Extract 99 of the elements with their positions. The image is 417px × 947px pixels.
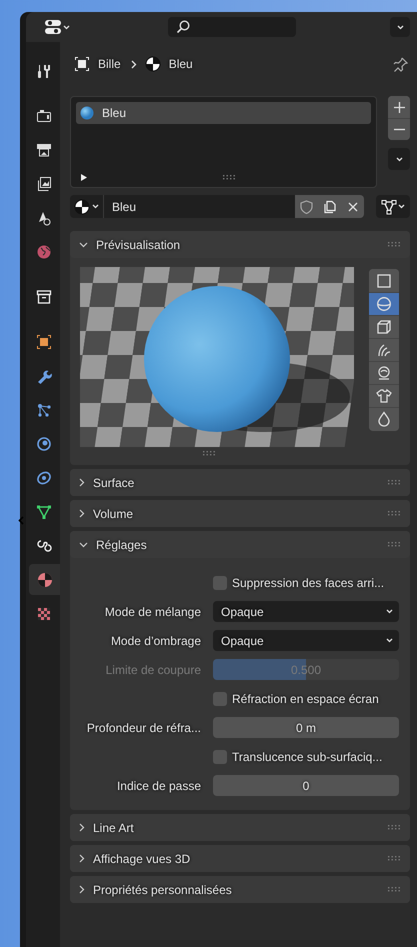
chevron-down-icon <box>79 242 88 248</box>
material-slot[interactable]: Bleu <box>76 102 371 124</box>
particles-icon <box>36 402 52 418</box>
checkbox-label: Translucence sub-surfaciq... <box>232 750 382 764</box>
chevron-down-icon <box>396 156 402 162</box>
checkbox[interactable] <box>213 576 227 590</box>
checkbox-label: Suppression des faces arri... <box>232 576 384 590</box>
grip-dots-icon <box>223 175 237 180</box>
checkbox-label: Réfraction en espace écran <box>232 692 379 706</box>
field-label: Mode de mélange <box>104 604 202 618</box>
panel-header[interactable]: Prévisualisation <box>70 231 410 258</box>
scene-icon <box>36 210 52 226</box>
image-stack-icon <box>36 176 52 192</box>
square-icon <box>376 272 392 288</box>
chevron-right-icon <box>79 823 85 832</box>
options-dropdown-button[interactable] <box>390 17 410 37</box>
play-icon[interactable] <box>80 173 88 182</box>
close-icon <box>348 202 358 212</box>
dropdown[interactable]: Opaque <box>213 630 399 651</box>
grip-dots-icon <box>388 542 402 547</box>
material-sphere-icon <box>74 198 90 214</box>
box-icon <box>36 288 52 304</box>
node-tree-button[interactable] <box>376 195 410 218</box>
camera-icon <box>36 108 52 124</box>
orbit-icon <box>36 436 52 452</box>
globe-icon <box>36 244 52 260</box>
droplet-icon <box>376 411 392 427</box>
slot-label: Bleu <box>102 106 126 120</box>
panel-header[interactable]: Réglages <box>70 531 410 558</box>
field-label: Mode d’ombrage <box>110 634 202 648</box>
shield-icon <box>300 200 313 214</box>
browse-material-button[interactable] <box>70 195 104 218</box>
field-label: Indice de passe <box>116 778 202 792</box>
caret-icon <box>386 609 393 614</box>
cube-icon <box>376 319 392 335</box>
panel-header[interactable]: Affichage vues 3D <box>70 845 410 872</box>
panel-header[interactable]: Volume <box>70 500 410 527</box>
editor-type-button[interactable] <box>44 19 70 35</box>
dropdown[interactable]: Opaque <box>213 601 399 622</box>
properties-tab[interactable] <box>29 564 60 595</box>
caret-icon <box>398 204 405 209</box>
sphere-icon <box>80 106 94 120</box>
constraint-icon <box>36 470 52 486</box>
material-sphere-icon <box>36 572 52 588</box>
breadcrumb-label: Bille <box>98 57 121 71</box>
copy-icon <box>322 200 336 214</box>
square-object-icon <box>36 334 52 350</box>
grip-dots-icon <box>203 451 217 456</box>
grip-dots-icon <box>388 856 402 861</box>
preview-shape-button[interactable] <box>369 292 399 315</box>
material-name-field[interactable]: Bleu <box>104 195 295 218</box>
grip-dots-icon <box>388 887 402 892</box>
node-triangle-icon <box>381 198 397 214</box>
breadcrumb-label: Bleu <box>168 57 193 71</box>
remove-slot-button[interactable] <box>388 118 410 140</box>
field-label: Profondeur de réfra... <box>86 720 202 734</box>
sphere-icon <box>376 296 392 312</box>
slot-menu-button[interactable] <box>388 148 410 170</box>
swirl-icon <box>36 538 52 554</box>
shirt-icon <box>376 388 392 404</box>
chevron-down-icon <box>396 24 404 30</box>
chevron-down-icon <box>79 542 88 548</box>
grip-dots-icon <box>388 825 402 830</box>
pin-icon[interactable] <box>393 56 408 72</box>
chevron-right-icon <box>79 478 85 487</box>
hair-strands-icon <box>376 342 392 358</box>
printer-icon <box>36 142 52 158</box>
chevron-right-icon <box>130 60 137 68</box>
caret-icon <box>386 638 393 643</box>
checkbox[interactable] <box>213 750 227 764</box>
fake-user-button[interactable] <box>295 195 318 218</box>
unlink-button[interactable] <box>341 195 364 218</box>
chevron-right-icon <box>79 509 85 518</box>
number-field[interactable]: 0 <box>213 775 399 796</box>
preview-shape-button[interactable] <box>369 407 399 430</box>
screwdriver-wrench-icon <box>36 62 52 78</box>
checker-icon <box>36 606 52 622</box>
grip-dots-icon <box>388 511 402 516</box>
panel-header[interactable]: Line Art <box>70 814 410 841</box>
editor-type-icon <box>44 19 62 35</box>
monkey-head-icon <box>376 365 392 381</box>
plus-icon <box>394 102 404 112</box>
grip-dots-icon <box>388 480 402 485</box>
search-field[interactable] <box>168 17 296 37</box>
caret-icon <box>92 204 99 209</box>
number-field[interactable]: 0 m <box>213 717 399 738</box>
checkbox[interactable] <box>213 692 227 706</box>
grip-dots-icon <box>388 242 402 247</box>
search-icon <box>176 20 190 34</box>
caret-icon <box>63 24 70 30</box>
wrench-icon <box>36 368 52 384</box>
chevron-right-icon <box>79 854 85 863</box>
panel-header[interactable]: Surface <box>70 469 410 496</box>
panel-header[interactable]: Propriétés personnalisées <box>70 876 410 903</box>
chevron-right-icon <box>79 885 85 894</box>
field-label: Limite de coupure <box>104 662 202 676</box>
mesh-triangle-icon <box>36 504 52 520</box>
material-sphere-icon <box>144 56 161 72</box>
object-icon <box>74 56 90 72</box>
